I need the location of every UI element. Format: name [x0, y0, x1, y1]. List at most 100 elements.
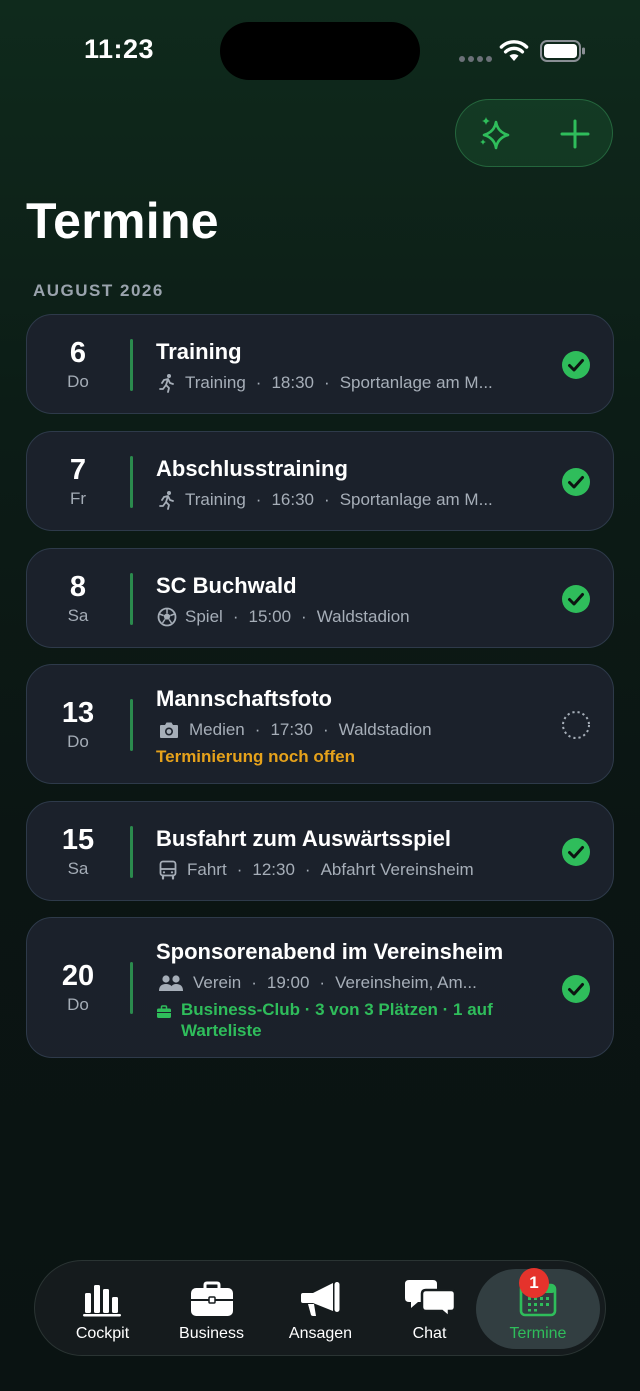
- event-location: Vereinsheim, Am...: [335, 973, 477, 992]
- event-category: Medien: [189, 720, 245, 739]
- camera-icon: [156, 719, 182, 741]
- event-title: Mannschaftsfoto: [156, 686, 332, 711]
- card-divider: [130, 826, 133, 878]
- battery-icon: [540, 40, 585, 62]
- event-card[interactable]: 20 Do Sponsorenabend im Vereinsheim Vere…: [26, 917, 614, 1058]
- cellular-signal-icon: [459, 56, 492, 62]
- event-card[interactable]: 13 Do Mannschaftsfoto Medien · 17:30 · W…: [26, 664, 614, 784]
- event-meta: Verein · 19:00 · Vereinsheim, Am...: [156, 972, 543, 994]
- event-location: Sportanlage am M...: [339, 490, 493, 509]
- event-title: Training: [156, 339, 242, 364]
- card-divider: [130, 339, 133, 391]
- event-weekday: Fr: [69, 488, 87, 508]
- event-day: 13: [61, 696, 95, 729]
- event-category: Fahrt: [187, 860, 227, 879]
- people-icon: [156, 972, 186, 994]
- event-date: 13 Do: [27, 665, 129, 783]
- pending-status-icon: [562, 711, 590, 739]
- event-date: 8 Sa: [27, 549, 129, 647]
- event-category: Verein: [193, 973, 242, 992]
- event-meta: Fahrt · 12:30 · Abfahrt Vereinsheim: [156, 859, 543, 881]
- tab-label: Business: [179, 1325, 244, 1342]
- event-weekday: Do: [67, 995, 89, 1014]
- tab-cockpit[interactable]: Cockpit: [48, 1261, 157, 1354]
- event-time: 15:00: [248, 607, 292, 626]
- ai-assist-button[interactable]: [456, 100, 535, 168]
- bar-chart-icon: [82, 1285, 121, 1317]
- business-club-text: Business-Club · 3 von 3 Plätzen · 1 auf …: [181, 1000, 493, 1040]
- event-time: 18:30: [271, 373, 315, 392]
- event-meta: Training · 18:30 · Sportanlage am M...: [156, 372, 543, 394]
- tab-label: Chat: [412, 1325, 447, 1342]
- card-divider: [130, 456, 133, 508]
- bus-icon: [156, 859, 180, 881]
- confirmed-check-icon: [562, 975, 590, 1003]
- card-divider: [130, 573, 133, 625]
- tab-chat[interactable]: Chat: [375, 1261, 484, 1354]
- business-club-info: Business-Club · 3 von 3 Plätzen · 1 auf …: [156, 999, 543, 1041]
- event-weekday: Sa: [67, 605, 89, 625]
- confirmed-check-icon: [562, 838, 590, 866]
- event-date: 6 Do: [27, 315, 129, 413]
- event-card[interactable]: 6 Do Training Training · 18:30 · Sportan…: [26, 314, 614, 414]
- header-actions: [455, 99, 613, 167]
- briefcase-icon: [190, 1281, 233, 1316]
- event-date: 20 Do: [27, 918, 129, 1057]
- event-date: 7 Fr: [27, 432, 129, 530]
- tab-business[interactable]: Business: [157, 1261, 266, 1354]
- event-time: 16:30: [271, 490, 315, 509]
- tab-label: Termine: [509, 1325, 567, 1342]
- event-day: 6: [69, 336, 87, 369]
- event-card[interactable]: 15 Sa Busfahrt zum Auswärtsspiel Fahrt ·…: [26, 801, 614, 901]
- event-weekday: Do: [67, 371, 89, 391]
- event-meta: Training · 16:30 · Sportanlage am M...: [156, 489, 543, 511]
- wifi-icon: [499, 40, 529, 61]
- event-time: 12:30: [252, 860, 295, 879]
- event-time: 17:30: [270, 720, 313, 739]
- tab-ansagen[interactable]: Ansagen: [266, 1261, 375, 1354]
- event-day: 7: [69, 453, 87, 486]
- event-weekday: Do: [67, 731, 89, 751]
- card-divider: [130, 699, 133, 751]
- event-date: 15 Sa: [27, 802, 129, 900]
- event-card[interactable]: 7 Fr Abschlusstraining Training · 16:30 …: [26, 431, 614, 531]
- soccer-ball-icon: [156, 606, 178, 628]
- month-section-header: AUGUST 2026: [33, 281, 164, 300]
- status-time: 11:23: [84, 34, 155, 64]
- event-day: 15: [61, 823, 95, 856]
- event-location: Sportanlage am M...: [339, 373, 493, 392]
- running-icon: [156, 489, 178, 511]
- page-title: Termine: [26, 193, 219, 249]
- event-location: Waldstadion: [316, 607, 410, 626]
- event-location: Waldstadion: [338, 720, 432, 739]
- event-weekday: Sa: [67, 858, 89, 878]
- briefcase-icon: [156, 999, 180, 1041]
- dynamic-island: [220, 22, 420, 80]
- scheduling-note: Terminierung noch offen: [156, 747, 355, 766]
- chat-bubbles-icon: [404, 1280, 456, 1319]
- event-meta: Medien · 17:30 · Waldstadion: [156, 719, 543, 741]
- confirmed-check-icon: [562, 468, 590, 496]
- event-title: SC Buchwald: [156, 573, 297, 598]
- notification-badge: 1: [519, 1268, 549, 1298]
- event-time: 19:00: [266, 973, 310, 992]
- tab-label: Ansagen: [288, 1325, 353, 1342]
- event-card[interactable]: 8 Sa SC Buchwald Spiel · 15:00 · Waldsta…: [26, 548, 614, 648]
- event-location: Abfahrt Vereinsheim: [320, 860, 474, 879]
- confirmed-check-icon: [562, 585, 590, 613]
- megaphone-icon: [300, 1282, 339, 1316]
- event-category: Spiel: [185, 607, 223, 626]
- status-bar: 11:23: [0, 0, 640, 100]
- event-title: Sponsorenabend im Vereinsheim: [156, 939, 504, 964]
- sparkles-icon: [479, 117, 509, 150]
- event-meta: Spiel · 15:00 · Waldstadion: [156, 606, 543, 628]
- running-icon: [156, 372, 178, 394]
- tab-label: Cockpit: [75, 1325, 130, 1342]
- event-title: Abschlusstraining: [156, 456, 348, 481]
- add-event-button[interactable]: [535, 100, 614, 168]
- event-day: 8: [69, 570, 87, 603]
- event-title: Busfahrt zum Auswärtsspiel: [156, 826, 452, 851]
- event-day: 20: [61, 960, 95, 992]
- event-category: Training: [185, 490, 246, 509]
- plus-icon: [560, 119, 589, 149]
